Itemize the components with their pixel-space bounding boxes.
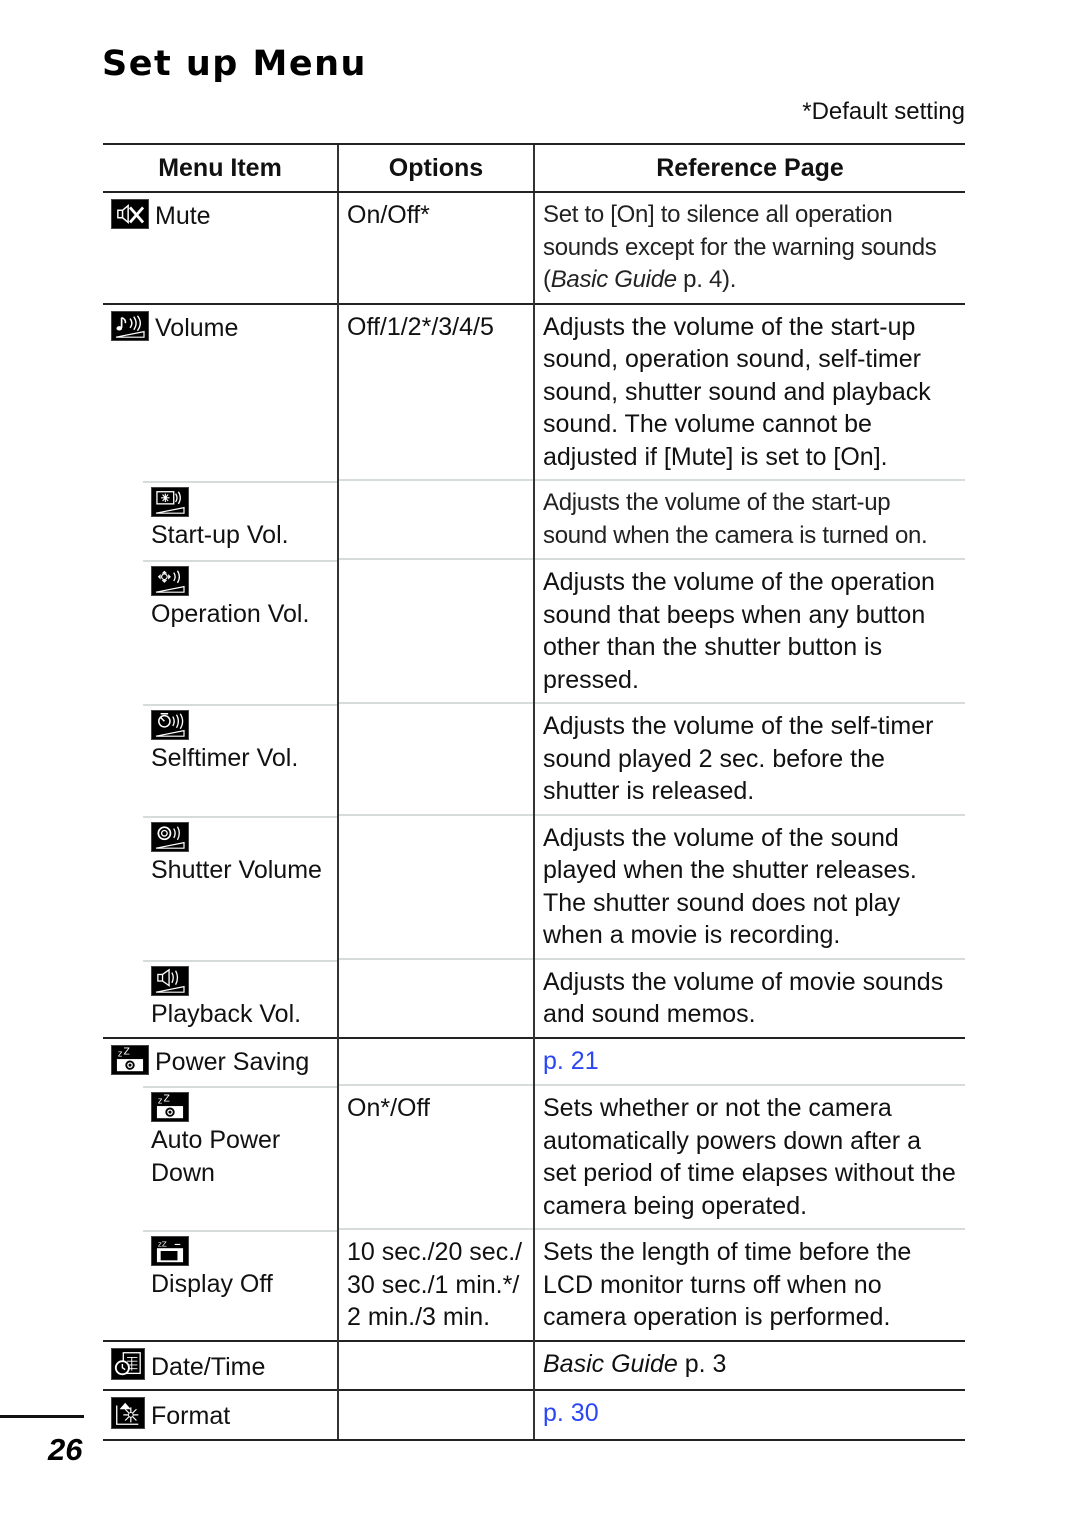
table-header-row: Menu Item Options Reference Page xyxy=(103,143,965,193)
svg-text:z: z xyxy=(158,1095,163,1105)
options-cell xyxy=(337,479,534,559)
date-time-icon xyxy=(111,1347,145,1380)
table-row-volume: Volume Off/1/2*/3/4/5 Adjusts the volume… xyxy=(103,302,965,480)
table-row-display-off: zZ Display Off 10 sec./20 sec./ 30 sec./… xyxy=(103,1228,965,1341)
playback-volume-icon xyxy=(151,965,189,996)
svg-text:z: z xyxy=(118,1048,123,1058)
menu-item-label: Auto Power Down xyxy=(151,1126,281,1187)
reference-cell: Adjusts the volume of the start-up sound… xyxy=(533,302,965,480)
format-icon xyxy=(111,1397,145,1429)
table-row-operation-vol: Operation Vol. Adjusts the volume of the… xyxy=(103,558,965,703)
menu-item-label: Selftimer Vol. xyxy=(151,744,299,772)
options-cell xyxy=(337,1339,534,1390)
operation-volume-icon xyxy=(151,566,189,596)
menu-item-label: Operation Vol. xyxy=(151,600,310,628)
reference-cell: Adjusts the volume of the sound played w… xyxy=(533,813,965,959)
page-number-rule xyxy=(0,1415,84,1418)
menu-item-label: Date/Time xyxy=(151,1352,266,1381)
table-row-shutter-volume: Shutter Volume Adjusts the volume of the… xyxy=(103,813,965,959)
page-title: Set up Menu xyxy=(102,44,367,84)
menu-item-label: Display Off xyxy=(151,1270,273,1298)
options-cell xyxy=(337,1389,534,1441)
power-saving-icon: zZ xyxy=(111,1044,149,1075)
options-cell: 10 sec./20 sec./ 30 sec./1 min.*/ 2 min.… xyxy=(337,1228,534,1341)
svg-text:Z: Z xyxy=(163,1093,169,1104)
menu-item-cell: Selftimer Vol. xyxy=(103,703,338,815)
menu-item-cell: zZ Power Saving xyxy=(103,1036,338,1085)
menu-item-cell: Mute xyxy=(103,191,338,304)
volume-note-icon xyxy=(111,310,149,341)
menu-item-label: Start-up Vol. xyxy=(151,521,289,549)
setup-menu-table: Menu Item Options Reference Page Mute On… xyxy=(103,143,965,1441)
display-off-icon: zZ xyxy=(151,1236,189,1266)
shutter-volume-icon xyxy=(151,821,189,852)
menu-item-cell: zZ Display Off xyxy=(103,1229,338,1341)
page-number: 26 xyxy=(48,1432,83,1467)
options-cell xyxy=(337,558,534,703)
svg-text:zZ: zZ xyxy=(158,1239,167,1248)
menu-item-cell: Operation Vol. xyxy=(103,559,338,703)
menu-item-cell: Playback Vol. xyxy=(103,958,338,1038)
menu-item-label: Volume xyxy=(155,313,239,342)
table-row-format: Format p. 30 xyxy=(103,1389,965,1441)
table-row-mute: Mute On/Off* Set to [On] to silence all … xyxy=(103,191,965,304)
menu-item-label: Shutter Volume xyxy=(151,855,322,884)
reference-cell: Set to [On] to silence all operation sou… xyxy=(533,191,965,304)
startup-volume-icon xyxy=(151,487,189,517)
table-row-selftimer-vol: Selftimer Vol. Adjusts the volume of the… xyxy=(103,702,965,815)
page-21-link[interactable]: p. 21 xyxy=(543,1047,599,1075)
menu-item-cell: Shutter Volume xyxy=(103,814,338,959)
table-row-auto-power-down: zZ Auto Power Down On*/Off Sets whether … xyxy=(103,1084,965,1229)
table-row-date-time: Date/Time Basic Guide p. 3 xyxy=(103,1339,965,1390)
reference-cell: Sets the length of time before the LCD m… xyxy=(533,1228,965,1341)
menu-item-cell: zZ Auto Power Down xyxy=(103,1085,338,1229)
reference-cell: Adjusts the volume of the start-up sound… xyxy=(533,479,965,559)
reference-cell: Adjusts the volume of the self-timer sou… xyxy=(533,702,965,815)
reference-cell: Adjusts the volume of the operation soun… xyxy=(533,558,965,703)
auto-power-down-icon: zZ xyxy=(151,1092,189,1122)
page-30-link[interactable]: p. 30 xyxy=(543,1399,599,1427)
reference-cell: Basic Guide p. 3 xyxy=(533,1339,965,1390)
header-menu-item: Menu Item xyxy=(103,143,338,193)
options-cell xyxy=(337,1036,534,1085)
menu-item-label: Power Saving xyxy=(155,1047,310,1076)
menu-item-cell: Volume xyxy=(103,302,338,480)
menu-item-cell: Format xyxy=(103,1389,338,1441)
table-row-playback-vol: Playback Vol. Adjusts the volume of movi… xyxy=(103,957,965,1038)
default-setting-note: *Default setting xyxy=(802,98,965,125)
menu-item-label: Playback Vol. xyxy=(151,999,302,1028)
selftimer-volume-icon xyxy=(151,710,189,740)
header-reference-page: Reference Page xyxy=(533,143,965,193)
options-cell: On*/Off xyxy=(337,1084,534,1229)
reference-cell: p. 21 xyxy=(533,1036,965,1085)
reference-cell: p. 30 xyxy=(533,1389,965,1441)
options-cell: Off/1/2*/3/4/5 xyxy=(337,302,534,480)
reference-cell: Adjusts the volume of movie sounds and s… xyxy=(533,957,965,1038)
menu-item-cell: Date/Time xyxy=(103,1339,338,1390)
options-cell: On/Off* xyxy=(337,191,534,304)
options-cell xyxy=(337,813,534,959)
svg-text:Z: Z xyxy=(123,1046,129,1057)
options-cell xyxy=(337,957,534,1038)
menu-item-label: Format xyxy=(151,1402,231,1430)
reference-cell: Sets whether or not the camera automatic… xyxy=(533,1084,965,1229)
menu-item-label: Mute xyxy=(155,202,211,230)
menu-item-cell: Start-up Vol. xyxy=(103,480,338,559)
options-cell xyxy=(337,702,534,815)
mute-speaker-icon xyxy=(111,199,149,229)
table-row-startup-vol: Start-up Vol. Adjusts the volume of the … xyxy=(103,479,965,559)
header-options: Options xyxy=(337,143,534,193)
table-row-power-saving: zZ Power Saving p. 21 xyxy=(103,1036,965,1085)
